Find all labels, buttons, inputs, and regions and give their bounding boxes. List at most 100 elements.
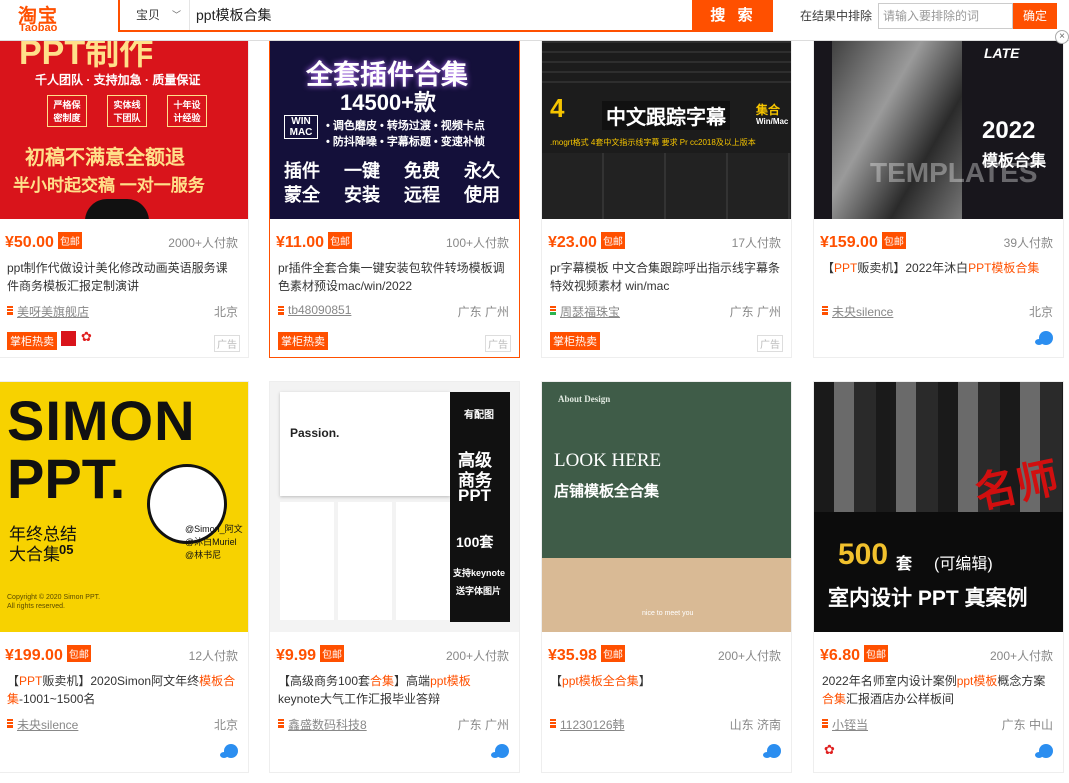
thumb-text: 中文跟踪字幕 [602, 101, 730, 130]
thumb-text: 支持keynote [453, 568, 506, 578]
search-category-select[interactable]: 宝贝 ﹀ [120, 0, 190, 30]
thumb-text: 插件 [284, 161, 320, 181]
title-keyword-highlight: 合集 [370, 674, 395, 688]
title-segment: 【 [822, 261, 835, 275]
shop-link[interactable]: 未央silence [7, 716, 78, 733]
thumb-text: LATE [984, 45, 1020, 61]
sold-count: 39人付款 [1003, 236, 1053, 250]
thumb-text: 永久 [464, 161, 500, 181]
price: ¥9.99 包邮 [276, 645, 345, 665]
title-segment: 】 [638, 674, 651, 688]
slide-preview [280, 502, 450, 620]
sold-count: 17人付款 [731, 236, 781, 250]
exclude-confirm-button[interactable]: 确定 [1013, 3, 1057, 29]
product-thumbnail[interactable]: 名师 500 套 (可编辑) 室内设计 PPT 真案例 [814, 382, 1063, 632]
thumb-text: nice to meet you [642, 610, 694, 617]
product-card[interactable]: About Design LOOK HERE 店铺模板全合集 nice to m… [541, 381, 792, 773]
title-keyword-highlight: ppt [430, 674, 447, 688]
title-keyword-highlight: PPT [19, 674, 43, 688]
exclude-input[interactable]: 请输入要排除的词 [878, 3, 1013, 29]
product-card[interactable]: 全套插件合集 14500+款 WIN MAC • 调色磨皮 • 转场过渡 • 视… [269, 30, 520, 358]
title-keyword-highlight: 模板 [578, 674, 603, 688]
close-icon[interactable]: × [1055, 30, 1069, 44]
thumb-text: • 调色磨皮 • 转场过渡 • 视频卡点 [326, 120, 485, 132]
price-value: ¥11.00 [276, 234, 325, 251]
slide-preview [280, 392, 450, 496]
product-thumbnail[interactable]: PPT制作 千人团队 · 支持加急 · 质量保证 严格保密制度 实体线下团队 十… [0, 31, 248, 219]
shop-link[interactable]: 小铚当 [822, 716, 868, 733]
shop-link[interactable]: 鑫盛数码科技8 [278, 716, 367, 733]
location: 北京 [213, 718, 238, 732]
product-thumbnail[interactable]: SIMON PPT. 年终总结 大合集 05 @Simon_阿文 @沐白Muri… [0, 382, 248, 632]
product-card[interactable]: 4 中文跟踪字幕 集合 Win/Mac .mogrt格式 4套中文指示线字幕 要… [541, 30, 792, 358]
ad-label: 广告 [485, 335, 511, 352]
free-shipping-badge: 包邮 [320, 645, 345, 662]
flower-icon: ✿ [81, 329, 92, 344]
title-keyword-highlight: 全合集 [602, 674, 639, 688]
thumb-text: WIN MAC [284, 115, 318, 139]
sold-count: 2000+人付款 [168, 236, 238, 250]
title-segment: 贩卖机】2020Simon阿文年终 [42, 674, 200, 688]
product-title[interactable]: 【PPT贩卖机】2022年沐白PPT模板合集 [822, 259, 1054, 277]
thumb-text: • 防抖降噪 • 字幕标题 • 变速补帧 [326, 136, 485, 148]
product-card[interactable]: Passion. 有配图 高级 商务 PPT 100套 支持keynote 送字… [269, 381, 520, 773]
location: 广东 广州 [729, 305, 781, 319]
product-title[interactable]: 【PPT贩卖机】2020Simon阿文年终模板合集-1001~1500名 [7, 672, 239, 708]
location: 广东 广州 [457, 305, 509, 319]
product-thumbnail[interactable]: 全套插件合集 14500+款 WIN MAC • 调色磨皮 • 转场过渡 • 视… [270, 31, 519, 219]
thumb-text: 一键 [344, 161, 380, 181]
price: ¥11.00 包邮 [276, 232, 353, 252]
product-thumbnail[interactable]: About Design LOOK HERE 店铺模板全合集 nice to m… [542, 382, 791, 632]
shop-link[interactable]: 未央silence [822, 303, 893, 320]
price: ¥35.98 包邮 [548, 645, 625, 665]
product-title[interactable]: pr插件全套合集一键安装包软件转场模板调色素材预设mac/win/2022 [278, 259, 510, 295]
product-card[interactable]: PPT制作 千人团队 · 支持加急 · 质量保证 严格保密制度 实体线下团队 十… [0, 30, 249, 358]
product-title[interactable]: 【高级商务100套合集】高端ppt模板 keynote大气工作汇报毕业答辩 [278, 672, 510, 708]
title-keyword-highlight: PPT [834, 261, 858, 275]
search-input[interactable]: ppt模板合集 [196, 0, 271, 30]
product-thumbnail[interactable]: LATE 2022 模板合集 TEMPLATES [814, 31, 1063, 219]
thumb-text: 十年设计经验 [167, 95, 207, 127]
thumb-text: About Design [558, 394, 611, 404]
search-button[interactable]: 搜 索 [694, 0, 773, 32]
sold-count: 200+人付款 [445, 649, 509, 663]
sold-count: 200+人付款 [989, 649, 1053, 663]
product-thumbnail[interactable]: Passion. 有配图 高级 商务 PPT 100套 支持keynote 送字… [270, 382, 519, 632]
product-title[interactable]: ppt制作代做设计美化修改动画英语服务课件商务模板汇报定制演讲 [7, 259, 239, 295]
title-keyword-highlight: 合集 [822, 692, 847, 706]
thumb-text: 2022 [982, 117, 1036, 144]
sold-count: 100+人付款 [445, 236, 509, 250]
thumb-text: 初稿不满意全额退 [25, 147, 185, 169]
product-thumbnail[interactable]: 4 中文跟踪字幕 集合 Win/Mac .mogrt格式 4套中文指示线字幕 要… [542, 31, 791, 219]
title-segment: 贩卖机】2022年沐白 [857, 261, 969, 275]
hot-seller-badge: 掌柜热卖 [7, 332, 57, 350]
product-card[interactable]: 名师 500 套 (可编辑) 室内设计 PPT 真案例 ¥6.80 包邮 200+… [813, 381, 1064, 773]
thumb-background-lines [542, 153, 791, 219]
taobao-logo[interactable]: 淘宝 Taobao [0, 0, 118, 40]
product-title[interactable]: 【ppt模板全合集】 [550, 672, 782, 690]
thumb-text: 店铺模板全合集 [554, 484, 660, 500]
shop-link[interactable]: 11230126韩 [550, 716, 625, 733]
price-value: ¥199.00 [5, 647, 63, 664]
product-card[interactable]: SIMON PPT. 年终总结 大合集 05 @Simon_阿文 @沐白Muri… [0, 381, 249, 773]
thumb-text: 500 [838, 538, 889, 571]
product-title[interactable]: pr字幕模板 中文合集跟踪呼出指示线字幕条特效视频素材 win/mac [550, 259, 782, 295]
cat-mascot-icon [85, 199, 149, 219]
thumb-text: 14500+款 [340, 90, 437, 115]
title-segment: 2022年名师室内设计案例 [822, 674, 957, 688]
price-value: ¥159.00 [820, 234, 878, 251]
thumb-text: 4 [550, 93, 565, 123]
shop-link[interactable]: tb48090851 [278, 303, 351, 317]
product-title[interactable]: 2022年名师室内设计案例ppt模板概念方案合集汇报酒店办公样板间 [822, 672, 1054, 708]
product-card[interactable]: LATE 2022 模板合集 TEMPLATES ¥159.00 包邮 39人付款… [813, 30, 1064, 358]
free-shipping-badge: 包邮 [864, 645, 889, 662]
search-category-label: 宝贝 [136, 8, 161, 22]
verified-icon [220, 744, 238, 758]
title-keyword-highlight: 模板合集 [991, 261, 1040, 275]
shop-link[interactable]: 美呀美旗舰店 [7, 303, 89, 320]
search-box: 宝贝 ﹀ ppt模板合集 [118, 0, 694, 32]
shop-link[interactable]: 周瑟福珠宝 [550, 303, 620, 320]
thumb-text: Copyright © 2020 Simon PPT. [7, 594, 101, 601]
thumb-text: .mogrt格式 4套中文指示线字幕 要求 Pr cc2018及以上版本 [550, 138, 756, 147]
flower-icon: ✿ [824, 742, 835, 757]
